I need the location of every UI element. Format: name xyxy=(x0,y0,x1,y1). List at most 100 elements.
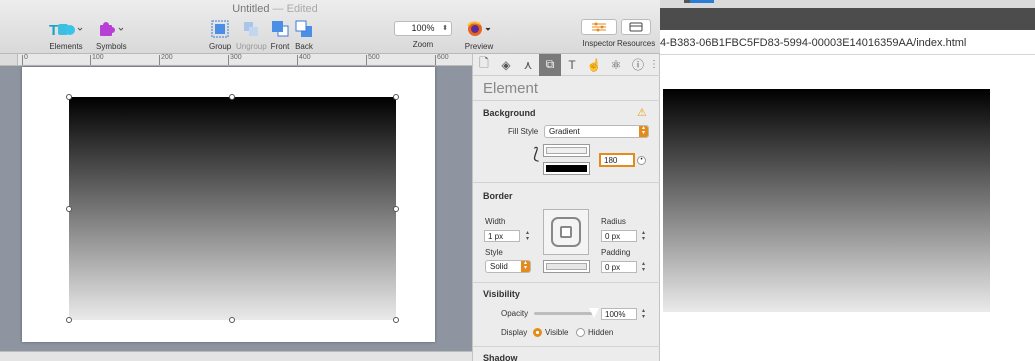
chevron-updown-icon: ▴ ▾ xyxy=(521,260,530,272)
firefox-icon xyxy=(464,18,494,40)
fill-style-label: Fill Style xyxy=(508,127,539,136)
address-bar[interactable]: 4-B383-06B1FBC5FD83-5994-00003E14016359A… xyxy=(660,33,1035,55)
padding-stepper[interactable]: ▴ ▾ xyxy=(640,261,647,273)
angle-field[interactable]: 180 xyxy=(599,153,635,167)
elements-icon: T xyxy=(48,18,84,40)
resize-handle[interactable] xyxy=(229,317,235,323)
shapes-icon[interactable]: ⧉ xyxy=(539,53,561,76)
document-icon[interactable]: 🗋 xyxy=(473,54,495,76)
border-style-select[interactable]: Solid ▴ ▾ xyxy=(485,260,531,273)
inspector-label: Inspector xyxy=(582,39,616,48)
inspector-panel: 🗋 ◈ ⋏ ⧉ T ☝ ⚛ ⓘ ⋮ Element Background ⚠ F… xyxy=(472,53,661,361)
inspector-button[interactable]: Inspector xyxy=(581,19,617,48)
resize-handle[interactable] xyxy=(66,206,72,212)
padding-label: Padding xyxy=(601,248,631,257)
back-button[interactable]: Back xyxy=(294,18,314,51)
slider-thumb[interactable] xyxy=(589,308,599,318)
layers-icon[interactable]: ◈ xyxy=(495,54,517,76)
send-back-icon xyxy=(294,18,314,40)
visibility-section-title: Visibility xyxy=(483,289,520,299)
symbols-label: Symbols xyxy=(96,42,127,51)
window-title: Untitled — Edited xyxy=(200,3,350,15)
ruler-mark: 600 xyxy=(437,54,449,61)
resize-handle[interactable] xyxy=(66,94,72,100)
puzzle-icon xyxy=(96,18,126,40)
opacity-slider[interactable] xyxy=(534,308,599,318)
browser-window: 4-B383-06B1FBC5FD83-5994-00003E14016359A… xyxy=(660,0,1035,361)
ungroup-button[interactable]: Ungroup xyxy=(236,18,267,51)
radius-field[interactable]: 0 px xyxy=(601,230,637,242)
resize-handle[interactable] xyxy=(393,94,399,100)
radius-label: Radius xyxy=(601,217,626,226)
front-button[interactable]: Front xyxy=(270,18,290,51)
ungroup-icon xyxy=(241,18,261,40)
width-label: Width xyxy=(485,217,506,226)
display-label: Display xyxy=(501,328,528,337)
symbols-button[interactable]: Symbols xyxy=(96,18,127,51)
opacity-label: Opacity xyxy=(501,309,529,318)
border-sides-picker[interactable] xyxy=(543,209,589,255)
front-label: Front xyxy=(270,42,290,51)
ruler-mark: 0 xyxy=(24,54,28,61)
stepper-icon: ⬍ xyxy=(442,25,448,32)
border-width-field[interactable]: 1 px xyxy=(484,230,520,242)
address-url: 4-B383-06B1FBC5FD83-5994-00003E14016359A… xyxy=(660,37,967,49)
inspector-tabs: 🗋 ◈ ⋏ ⧉ T ☝ ⚛ ⓘ ⋮ xyxy=(473,53,661,76)
zoom-control[interactable]: 100% ⬍ Zoom xyxy=(394,21,452,49)
chevron-updown-icon: ▴ ▾ xyxy=(639,125,648,137)
angle-dial-icon[interactable]: • xyxy=(637,156,646,165)
visible-radio[interactable] xyxy=(533,328,542,337)
hidden-radio[interactable] xyxy=(576,328,585,337)
group-label: Group xyxy=(209,42,232,51)
resources-label: Resources xyxy=(617,39,656,48)
fill-style-select[interactable]: Gradient ▴ ▾ xyxy=(544,125,649,138)
document-name: Untitled xyxy=(232,3,270,15)
border-color-swatch[interactable] xyxy=(543,260,590,273)
preview-label: Preview xyxy=(464,42,494,51)
hidden-label: Hidden xyxy=(588,328,614,337)
elements-label: Elements xyxy=(49,42,83,51)
width-stepper[interactable]: ▴ ▾ xyxy=(524,230,531,242)
info-icon[interactable]: ⓘ xyxy=(627,54,649,76)
zoom-field[interactable]: 100% ⬍ xyxy=(394,21,452,36)
text-icon[interactable]: T xyxy=(561,54,583,76)
radius-stepper[interactable]: ▴ ▾ xyxy=(640,230,647,242)
drawer-icon xyxy=(621,19,652,35)
resize-handle[interactable] xyxy=(229,94,235,100)
swap-arrow-icon[interactable]: ⟅ xyxy=(533,144,539,164)
ruler-corner xyxy=(0,54,18,66)
ruler-mark: 400 xyxy=(299,54,311,61)
style-label: Style xyxy=(485,248,503,257)
shadow-section-title: Shadow xyxy=(483,353,518,361)
resize-handle[interactable] xyxy=(393,206,399,212)
atom-icon[interactable]: ⚛ xyxy=(605,54,627,76)
more-icon[interactable]: ⋮ xyxy=(649,59,659,70)
group-button[interactable]: Group xyxy=(209,18,231,51)
horizontal-ruler[interactable]: 0 100 200 300 400 500 600 xyxy=(18,54,472,66)
elements-button[interactable]: T Elements xyxy=(48,18,84,51)
gradient-start-swatch[interactable] xyxy=(543,144,590,157)
ungroup-label: Ungroup xyxy=(236,42,267,51)
warning-icon[interactable]: ⚠ xyxy=(637,106,647,119)
preview-button[interactable]: Preview xyxy=(464,18,494,51)
padding-value: 0 px xyxy=(605,263,621,272)
padding-field[interactable]: 0 px xyxy=(601,261,637,273)
browser-tab-strip xyxy=(660,0,1035,8)
border-width-value: 1 px xyxy=(488,232,504,241)
hand-icon[interactable]: ☝ xyxy=(583,54,605,76)
opacity-field[interactable]: 100% xyxy=(601,308,637,320)
gradient-end-swatch[interactable] xyxy=(543,162,590,175)
ruler-mark: 300 xyxy=(230,54,242,61)
resize-handle[interactable] xyxy=(393,317,399,323)
typography-icon[interactable]: ⋏ xyxy=(517,54,539,76)
resize-handle[interactable] xyxy=(66,317,72,323)
gradient-element[interactable] xyxy=(69,97,396,320)
ruler-mark: 500 xyxy=(368,54,380,61)
opacity-stepper[interactable]: ▴ ▾ xyxy=(640,308,647,320)
svg-text:T: T xyxy=(49,22,58,38)
visible-label: Visible xyxy=(545,328,569,337)
resources-button[interactable]: Resources xyxy=(617,19,655,48)
preview-gradient-element xyxy=(663,89,990,312)
ruler-mark: 200 xyxy=(161,54,173,61)
sliders-icon xyxy=(581,19,617,35)
